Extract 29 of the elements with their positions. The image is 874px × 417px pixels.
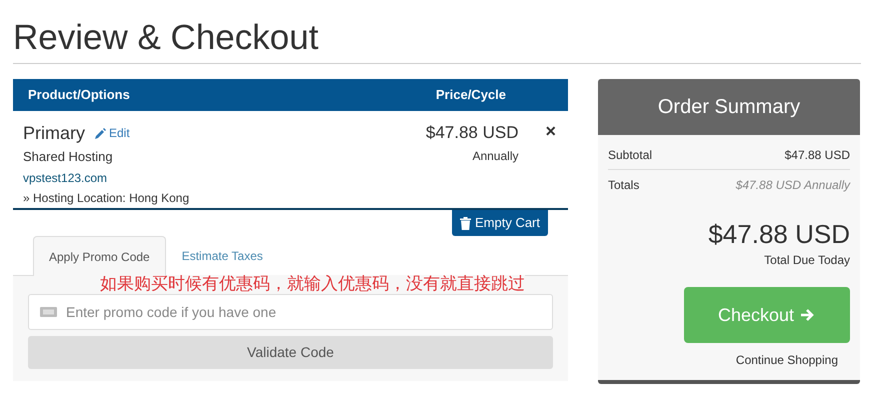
empty-cart-button[interactable]: Empty Cart	[452, 210, 548, 236]
total-due-label: Total Due Today	[764, 252, 850, 269]
domain-name: vpstest123.com	[23, 170, 108, 186]
summary-title: Order Summary	[658, 95, 800, 120]
column-header: Price/Cycle	[436, 86, 506, 104]
pencil-icon	[95, 128, 106, 138]
trash-icon	[460, 216, 471, 230]
summary-label: Totals	[608, 176, 640, 194]
continue-shopping-link[interactable]: Continue Shopping	[736, 351, 838, 369]
tab[interactable]: Estimate Taxes	[166, 236, 279, 276]
total-due-amount: $47.88 USD	[708, 219, 850, 249]
column-header: Product/Options	[28, 86, 130, 104]
promo-code-field[interactable]: Enter promo code if you have one	[28, 294, 553, 330]
summary-value: $47.88 USD Annually	[736, 176, 850, 194]
product-option: » Hosting Location: Hong Kong	[23, 188, 190, 206]
remove-item-button[interactable]: ×	[545, 121, 556, 141]
page-title: Review & Checkout	[13, 17, 318, 59]
annotation-text: 如果购买时候有优惠码，就输入优惠码，没有就直接跳过	[100, 275, 525, 293]
edit-link[interactable]: Edit	[95, 124, 130, 142]
product-group: Shared Hosting	[23, 147, 113, 166]
billing-cycle: Annually	[472, 148, 518, 165]
arrow-right-icon	[800, 308, 816, 322]
summary-value: $47.88 USD	[784, 147, 850, 164]
summary-label: Subtotal	[608, 147, 652, 164]
tab[interactable]: Apply Promo Code	[33, 236, 166, 276]
item-price: $47.88 USD	[426, 122, 518, 144]
validate-code-button[interactable]: Validate Code	[28, 336, 553, 369]
ticket-icon	[40, 307, 57, 317]
product-name: Primary	[23, 122, 85, 145]
